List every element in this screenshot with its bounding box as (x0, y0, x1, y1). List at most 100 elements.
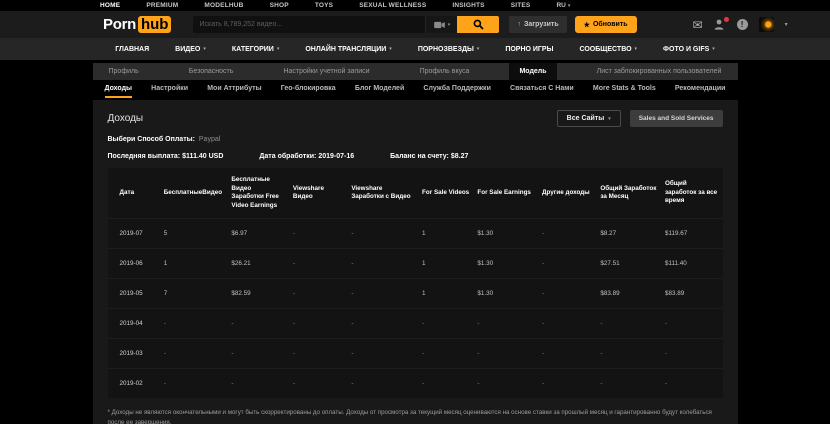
earnings-cell: $83.89 (596, 279, 661, 309)
table-row: 2019-02--------- (108, 369, 723, 399)
column-header-6: For Sale Earnings (473, 168, 538, 219)
column-header-0: Дата (108, 168, 160, 219)
earnings-cell: - (160, 309, 228, 339)
payment-stats-row: Последняя выплата:$111.40 USDДата обрабо… (108, 153, 723, 160)
nav-item-label: ПОРНО ИГРЫ (505, 46, 553, 53)
row-date-cell: 2019-04 (108, 309, 160, 339)
earnings-cell: - (289, 219, 347, 249)
payment-stat-2: Баланс на счету:$8.27 (390, 153, 468, 160)
search-button[interactable] (457, 16, 499, 33)
earnings-cell: $111.40 (661, 249, 723, 279)
earnings-table-wrap: ДатаБесплатныеВидеоБесплатные Видео Зара… (108, 168, 723, 398)
earnings-cell: - (289, 309, 347, 339)
model-tab-рекомендации[interactable]: Рекомендации (675, 81, 726, 98)
earnings-cell: - (661, 369, 723, 399)
settings-tab-безопасность[interactable]: Безопасность (179, 63, 244, 80)
chevron-down-icon[interactable]: ▾ (785, 21, 788, 28)
topbar-link-sites[interactable]: SITES (511, 2, 531, 9)
logo-text-hub: hub (138, 16, 172, 33)
model-tab-блог-моделей[interactable]: Блог Моделей (355, 81, 404, 98)
search-icon (473, 19, 484, 30)
earnings-cell: - (473, 339, 538, 369)
topbar-link-shop[interactable]: SHOP (270, 2, 289, 9)
earnings-cell: $83.89 (661, 279, 723, 309)
nav-item-порнозвезды[interactable]: ПОРНОЗВЕЗДЫ▾ (418, 46, 480, 53)
column-header-9: Общий заработок за все время (661, 168, 723, 219)
row-date-cell: 2019-02 (108, 369, 160, 399)
earnings-cell: - (418, 369, 473, 399)
settings-tab-профиль-вкуса[interactable]: Профиль вкуса (410, 63, 480, 80)
nav-item-порно-игры[interactable]: ПОРНО ИГРЫ (505, 46, 553, 53)
nav-item-фото-и-gifs[interactable]: ФОТО И GIFS▾ (663, 46, 715, 53)
table-row: 2019-04--------- (108, 309, 723, 339)
nav-item-видео[interactable]: ВИДЕО▾ (175, 46, 206, 53)
model-tab-гео-блокировка[interactable]: Гео-блокировка (281, 81, 336, 98)
nav-item-сообщество[interactable]: СООБЩЕСТВО▾ (579, 46, 637, 53)
model-tab-доходы[interactable]: Доходы (105, 81, 133, 98)
nav-item-label: СООБЩЕСТВО (579, 46, 631, 53)
earnings-cell: - (538, 369, 596, 399)
earnings-cell: - (538, 279, 596, 309)
table-header-row: ДатаБесплатныеВидеоБесплатные Видео Зара… (108, 168, 723, 219)
search-input[interactable] (193, 16, 425, 33)
earnings-cell: $82.59 (227, 279, 289, 309)
mail-icon[interactable]: ✉ (693, 18, 703, 32)
language-dropdown[interactable]: RU ▾ (556, 2, 570, 9)
topbar-links: HOME PREMIUM MODELHUB SHOP TOYS SEXUAL WELLNE… (100, 2, 530, 9)
nav-item-label: ПОРНОЗВЕЗДЫ (418, 46, 474, 53)
stat-value: $8.27 (451, 153, 469, 160)
column-header-7: Другие доходы (538, 168, 596, 219)
all-sites-dropdown[interactable]: Все Сайты ▾ (557, 110, 621, 127)
sales-and-sold-services-button[interactable]: Sales and Sold Services (630, 110, 723, 127)
row-date-cell: 2019-07 (108, 219, 160, 249)
model-tab-служба-поддержки[interactable]: Служба Поддержки (423, 81, 490, 98)
stat-value: 2019-07-16 (318, 153, 354, 160)
upload-button[interactable]: ↑ Загрузить (509, 16, 566, 33)
logo[interactable]: Porn hub (103, 16, 171, 33)
settings-tab-настройки-учетной-записи[interactable]: Настройки учетной записи (273, 63, 379, 80)
logo-text-porn: Porn (103, 16, 136, 33)
info-icon[interactable]: ! (737, 19, 748, 30)
earnings-cell: - (538, 249, 596, 279)
settings-tab-модель[interactable]: Модель (509, 63, 556, 80)
chevron-down-icon: ▾ (712, 46, 715, 52)
model-tab-more-stats-&-tools[interactable]: More Stats & Tools (593, 81, 656, 98)
row-date-cell: 2019-03 (108, 339, 160, 369)
nav-item-label: ФОТО И GIFS (663, 46, 709, 53)
table-row: 2019-03--------- (108, 339, 723, 369)
upgrade-button[interactable]: ★ Обновить (575, 16, 637, 33)
nav-item-главная[interactable]: ГЛАВНАЯ (115, 46, 149, 53)
earnings-cell: - (538, 309, 596, 339)
earnings-cell: - (347, 369, 418, 399)
earnings-cell: $119.67 (661, 219, 723, 249)
friends-notifications-button[interactable] (714, 19, 726, 30)
footnotes: * Доходы не являются окончательными и мо… (108, 408, 723, 424)
topbar-link-modelhub[interactable]: MODELHUB (204, 2, 243, 9)
topbar-link-toys[interactable]: TOYS (315, 2, 333, 9)
nav-item-онлайн-трансляции[interactable]: ОНЛАЙН ТРАНСЛЯЦИИ▾ (305, 46, 391, 53)
earnings-cell: 5 (160, 219, 228, 249)
stat-value: $111.40 USD (182, 153, 223, 160)
topbar-link-insights[interactable]: INSIGHTS (452, 2, 484, 9)
search-type-dropdown[interactable]: ▾ (425, 16, 457, 33)
model-tab-связаться-с-нами[interactable]: Связаться С Нами (510, 81, 574, 98)
chevron-down-icon: ▾ (608, 116, 611, 122)
earnings-cell: 1 (418, 279, 473, 309)
topbar-link-sexual-wellness[interactable]: SEXUAL WELLNESS (359, 2, 426, 9)
earnings-cell: 1 (418, 219, 473, 249)
nav-item-категории[interactable]: КАТЕГОРИИ▾ (232, 46, 280, 53)
earnings-cell: $26.21 (227, 249, 289, 279)
model-tab-мои-аттрибуты[interactable]: Мои Аттрибуты (207, 81, 261, 98)
table-row: 2019-057$82.59--1$1.30-$83.89$83.89 (108, 279, 723, 309)
earnings-cell: - (289, 369, 347, 399)
model-tab-настройки[interactable]: Настройки (151, 81, 188, 98)
topbar-link-premium[interactable]: PREMIUM (146, 2, 178, 9)
settings-tab-профиль[interactable]: Профиль (99, 63, 149, 80)
user-avatar[interactable] (759, 17, 774, 32)
settings-tab-лист-заблокированных-пользователей[interactable]: Лист заблокированных пользователей (587, 63, 732, 80)
chevron-down-icon: ▾ (277, 46, 280, 52)
earnings-cell: - (227, 369, 289, 399)
topbar-link-home[interactable]: HOME (100, 2, 120, 9)
nav-item-label: ВИДЕО (175, 46, 200, 53)
payment-method-value[interactable]: Paypal (199, 136, 220, 143)
